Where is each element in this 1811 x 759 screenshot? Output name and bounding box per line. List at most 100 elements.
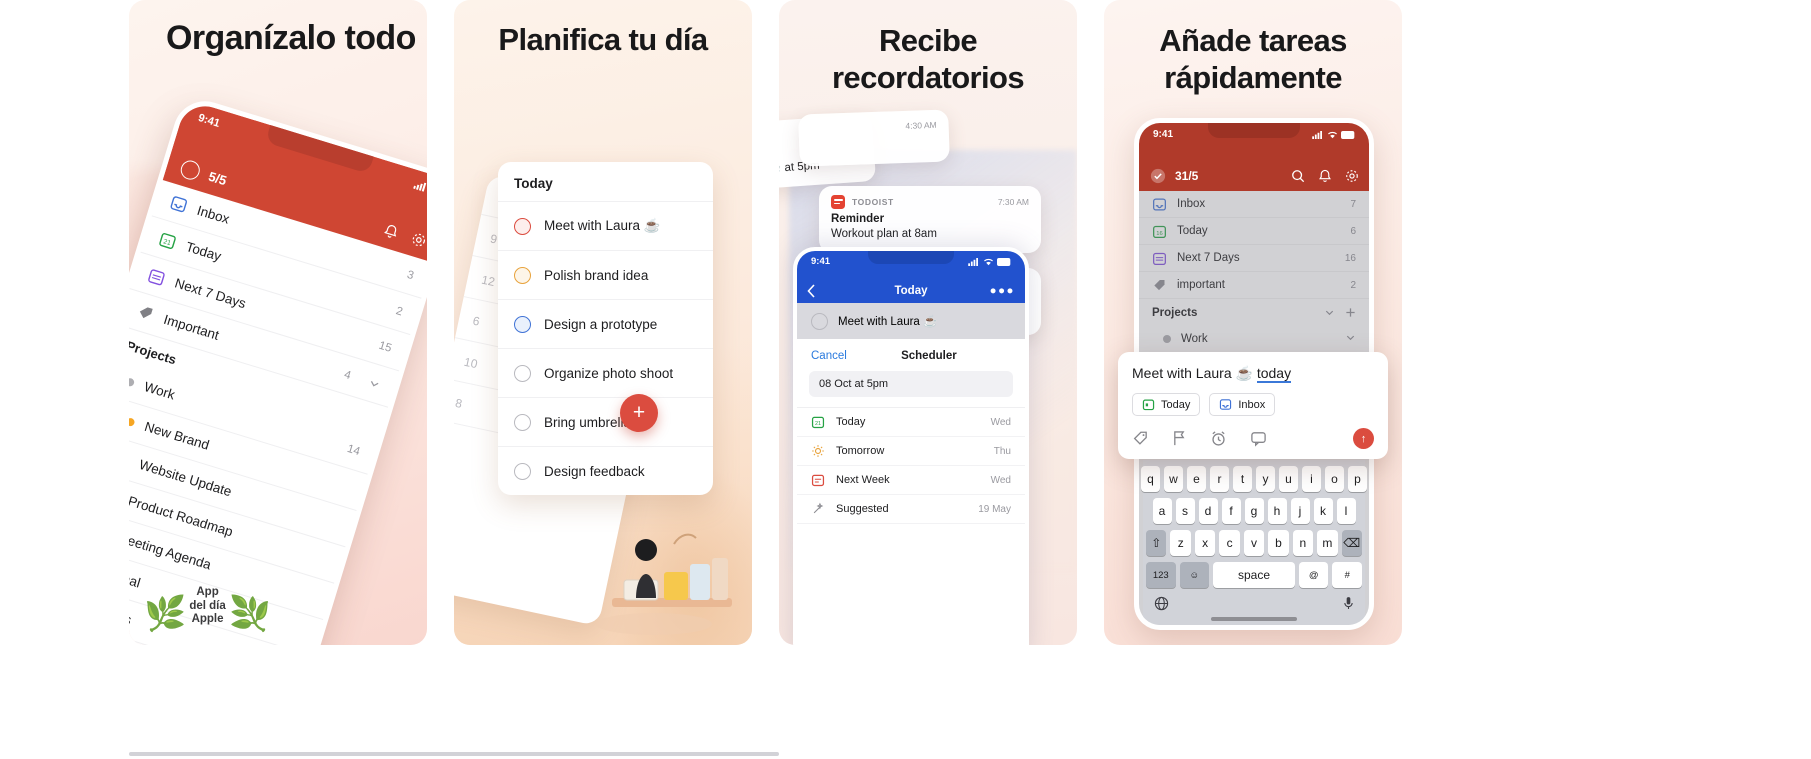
notification-card-2[interactable]: 4:30 AM [798, 109, 950, 167]
notification-card-3[interactable]: TODOIST 7:30 AM Reminder Workout plan at… [819, 186, 1041, 254]
sidebar-count: 15 [377, 339, 394, 355]
phone-3-header: 9:41 Today ●●● [797, 251, 1025, 303]
flag-icon[interactable] [1172, 430, 1187, 447]
sheet-header: Cancel Scheduler [797, 339, 1025, 371]
gear-icon[interactable] [1345, 169, 1359, 183]
task-row[interactable]: Bring umbrella [498, 397, 713, 446]
chip-inbox[interactable]: Inbox [1209, 393, 1276, 416]
keyboard-row-4: 123 ☺ space @ # [1146, 562, 1362, 588]
key-z[interactable]: z [1170, 530, 1191, 556]
add-task-fab[interactable]: + [620, 394, 658, 432]
task-checkbox[interactable] [514, 364, 531, 382]
task-checkbox[interactable] [514, 462, 531, 480]
task-checkbox[interactable] [514, 266, 531, 284]
key-r[interactable]: r [1210, 466, 1229, 492]
screenshot-panel-3[interactable]: Recibe recordatorios TODOIST Reminder Me… [779, 0, 1077, 645]
comment-icon[interactable] [1250, 430, 1267, 447]
scheduler-option-next-week[interactable]: Next Week Wed [797, 466, 1025, 495]
scheduler-option-suggested[interactable]: Suggested 19 May [797, 495, 1025, 524]
screenshot-panel-2[interactable]: Planifica tu día 21 9 12 6 10 8 Today Me… [454, 0, 752, 645]
key-d[interactable]: d [1198, 498, 1218, 524]
task-checkbox[interactable] [514, 217, 531, 235]
key-m[interactable]: m [1317, 530, 1338, 556]
screenshot-panel-1[interactable]: Organízalo todo 9:41 5/5 Inbox 3 21 Toda… [129, 0, 427, 645]
key-j[interactable]: j [1290, 498, 1310, 524]
quick-add-text[interactable]: Meet with Laura ☕ today [1132, 365, 1374, 383]
chip-today[interactable]: Today [1132, 393, 1201, 416]
key-i[interactable]: i [1302, 466, 1321, 492]
calendar-today-icon: 21 [811, 416, 825, 429]
wifi-icon [984, 258, 993, 265]
date-input[interactable]: 08 Oct at 5pm [809, 371, 1013, 397]
key-y[interactable]: y [1256, 466, 1275, 492]
task-row[interactable]: Polish brand idea [498, 250, 713, 299]
key-c[interactable]: c [1219, 530, 1240, 556]
key-a[interactable]: a [1152, 498, 1172, 524]
project-label: Personal [129, 560, 143, 591]
quick-add-prefix: Meet with Laura ☕ [1132, 365, 1257, 381]
nav-actions [382, 222, 427, 250]
keyboard-row-1: q w e r t y u i o p [1141, 466, 1367, 492]
option-label: Tomorrow [836, 445, 885, 457]
notification-header: TODOIST 7:30 AM [831, 195, 1029, 209]
key-g[interactable]: g [1244, 498, 1264, 524]
panel-1-headline: Organízalo todo [166, 19, 416, 57]
keyboard-row-3: ⇧ z x c v b n m ⌫ [1146, 530, 1362, 556]
search-icon[interactable] [1291, 169, 1305, 183]
tag-icon[interactable] [1132, 430, 1149, 447]
screenshot-panel-4[interactable]: Añade tareas rápidamente 9:41 31/5 Inbox… [1104, 0, 1402, 645]
key-b[interactable]: b [1268, 530, 1289, 556]
task-row[interactable]: Design a prototype [498, 299, 713, 348]
quick-add-date-token: today [1256, 365, 1292, 383]
horizontal-scrollbar[interactable] [129, 752, 779, 756]
key-l[interactable]: l [1336, 498, 1356, 524]
key-v[interactable]: v [1243, 530, 1265, 556]
shift-key[interactable]: ⇧ [1146, 530, 1167, 556]
backspace-key[interactable]: ⌫ [1341, 530, 1362, 556]
microphone-icon[interactable] [1343, 596, 1354, 611]
status-time: 9:41 [1153, 129, 1174, 140]
key-f[interactable]: f [1221, 498, 1241, 524]
globe-icon[interactable] [1154, 596, 1169, 611]
at-key[interactable]: @ [1298, 562, 1329, 588]
key-s[interactable]: s [1175, 498, 1195, 524]
sidebar-count: 3 [405, 268, 416, 282]
task-row[interactable]: Organize photo shoot [498, 348, 713, 397]
quick-add-toolbar: ↑ [1132, 425, 1374, 449]
option-right: 19 May [978, 503, 1011, 515]
numbers-key[interactable]: 123 [1146, 562, 1176, 588]
selected-task-row[interactable]: Meet with Laura ☕ [797, 303, 1025, 339]
key-h[interactable]: h [1267, 498, 1287, 524]
key-e[interactable]: e [1187, 466, 1206, 492]
task-checkbox[interactable] [514, 315, 531, 333]
key-w[interactable]: w [1164, 466, 1183, 492]
alarm-icon[interactable] [1210, 430, 1227, 447]
chevron-down-icon[interactable] [367, 376, 382, 391]
task-checkbox[interactable] [811, 312, 828, 330]
key-k[interactable]: k [1313, 498, 1333, 524]
scheduler-option-today[interactable]: 21 Today Wed [797, 408, 1025, 437]
cancel-button[interactable]: Cancel [811, 350, 847, 362]
emoji-key[interactable]: ☺ [1179, 562, 1210, 588]
bell-icon[interactable] [1318, 169, 1332, 184]
scheduler-option-tomorrow[interactable]: Tomorrow Thu [797, 437, 1025, 466]
task-row[interactable]: Design feedback [498, 446, 713, 495]
key-t[interactable]: t [1233, 466, 1252, 492]
key-x[interactable]: x [1194, 530, 1216, 556]
key-u[interactable]: u [1279, 466, 1298, 492]
space-key[interactable]: space [1213, 562, 1295, 588]
dot-icon [129, 416, 136, 427]
task-checkbox[interactable] [514, 413, 531, 431]
sidebar-count: 4 [342, 368, 353, 382]
hash-key[interactable]: # [1332, 562, 1362, 588]
key-q[interactable]: q [1141, 466, 1160, 492]
tag-icon [139, 307, 153, 319]
phone-4-navbar: 31/5 [1150, 168, 1359, 184]
key-o[interactable]: o [1325, 466, 1344, 492]
task-row[interactable]: Meet with Laura ☕ [498, 201, 713, 250]
quick-add-panel[interactable]: Meet with Laura ☕ today Today Inbox ↑ [1118, 352, 1388, 459]
send-arrow-icon[interactable]: ↑ [1353, 428, 1374, 449]
key-n[interactable]: n [1292, 530, 1314, 556]
keyboard-bottom-bar [1146, 594, 1362, 614]
key-p[interactable]: p [1348, 466, 1367, 492]
